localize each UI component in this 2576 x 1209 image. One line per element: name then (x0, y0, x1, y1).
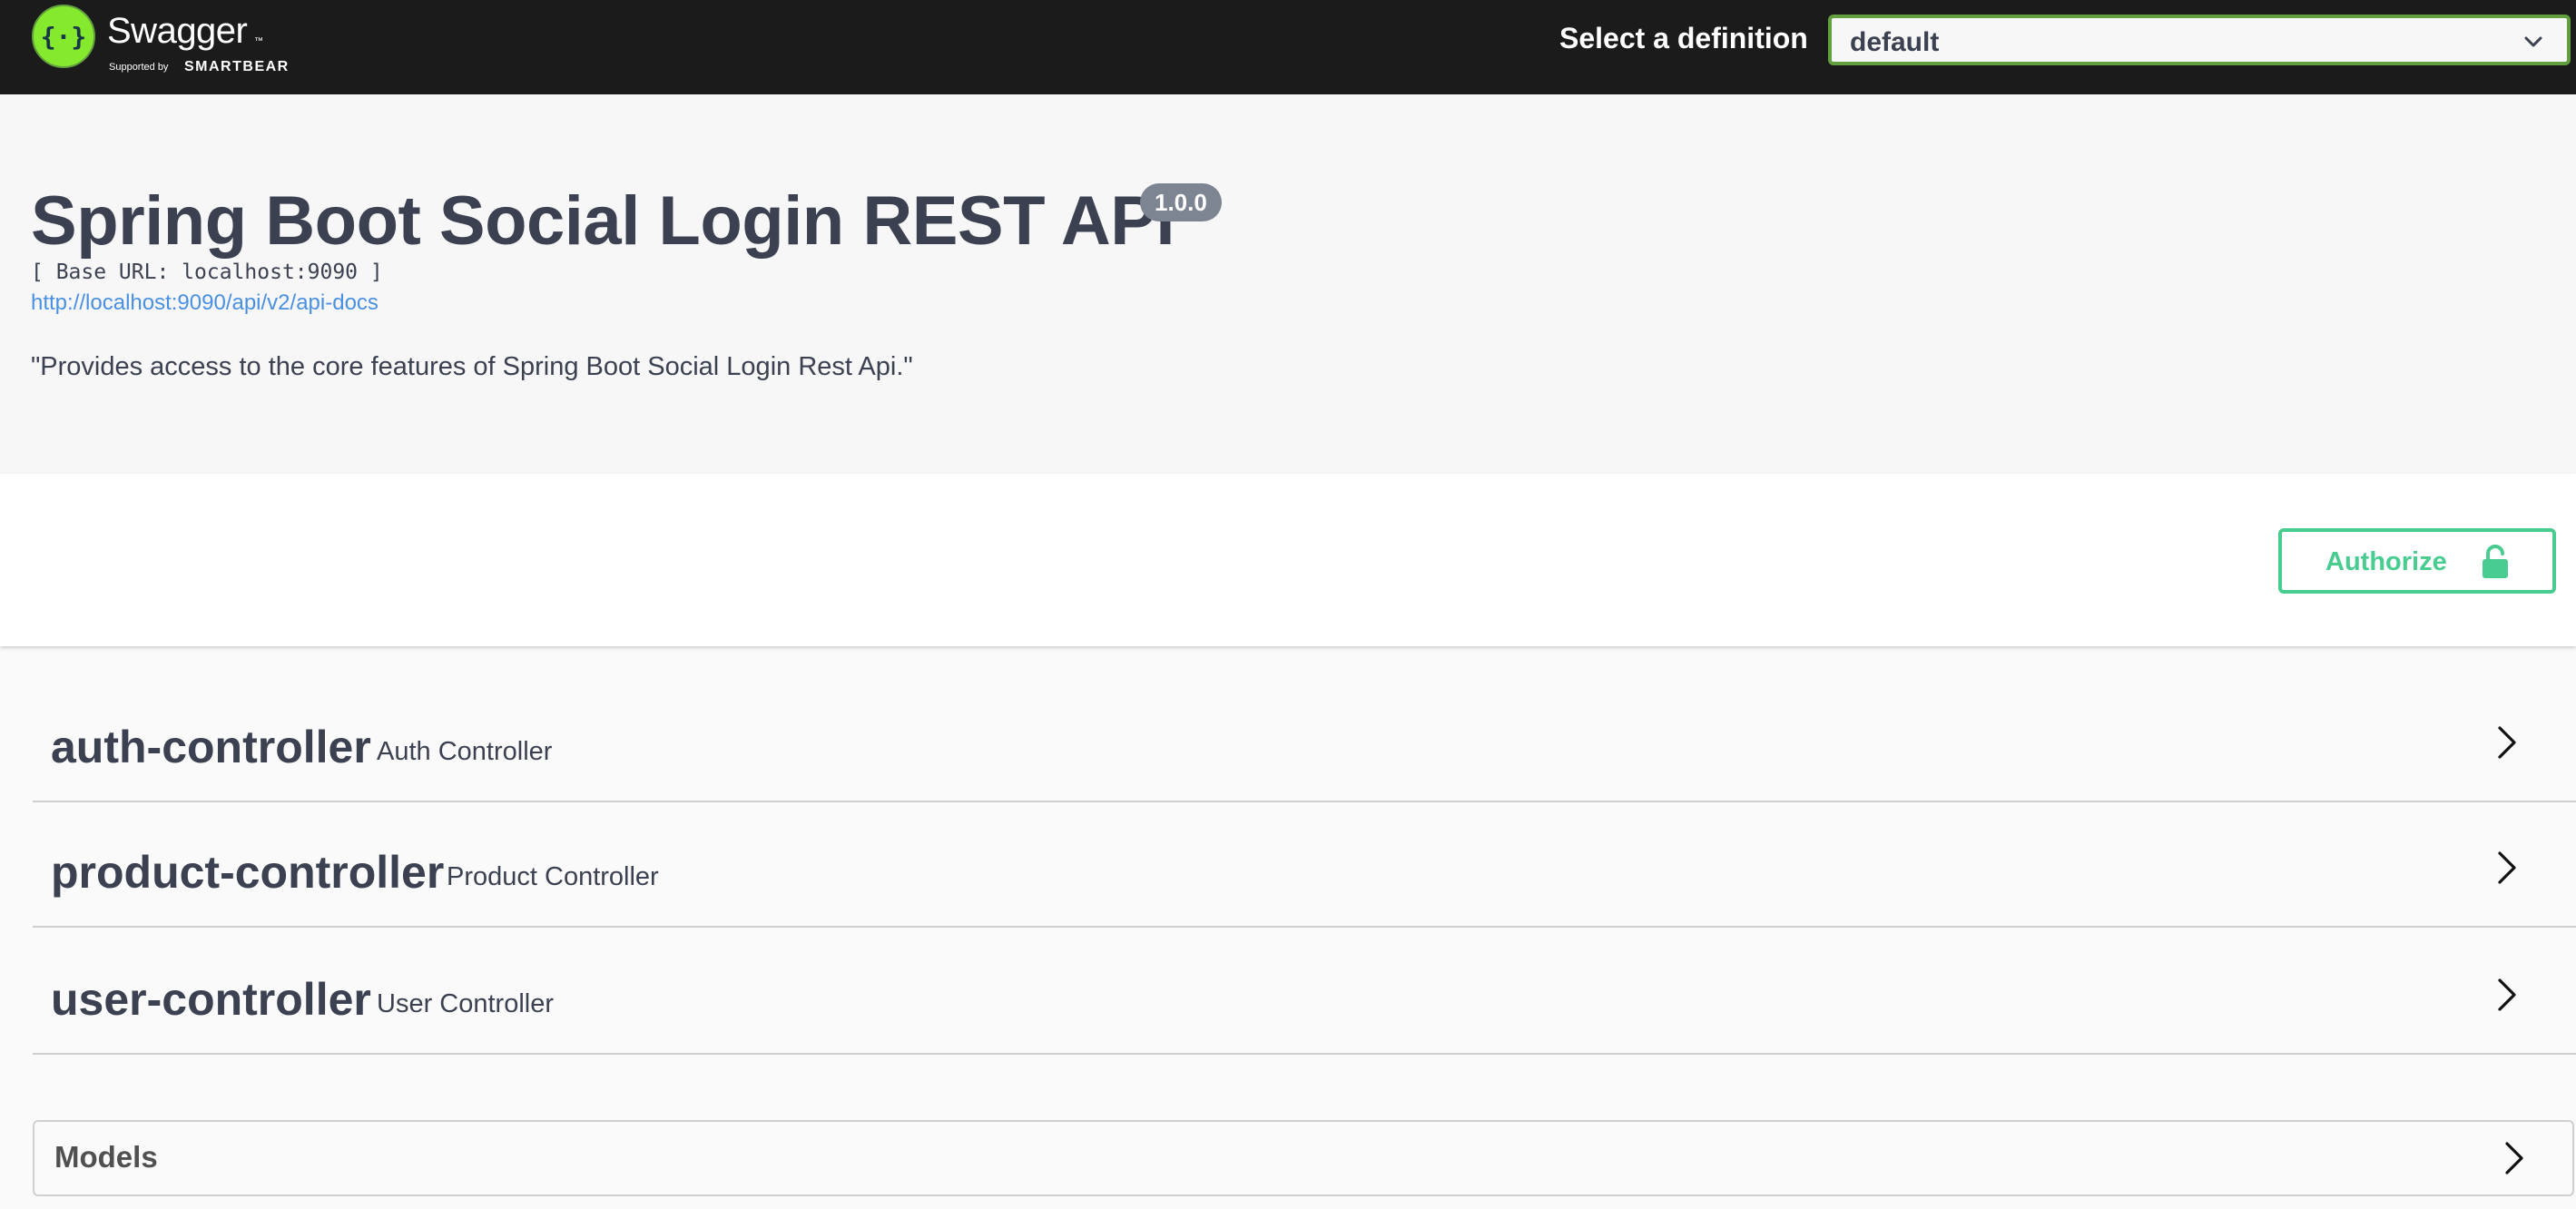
svg-text:{·}: {·} (41, 22, 87, 52)
tag-description: Product Controller (447, 862, 659, 891)
smartbear-brand: SMARTBEAR (184, 59, 290, 74)
swagger-logo[interactable]: {·} Swagger ™ Supported by SMARTBEAR (31, 4, 303, 85)
models-section[interactable]: Models (33, 1120, 2574, 1196)
authorize-button[interactable]: Authorize (2278, 528, 2556, 594)
tag-section-user-controller[interactable]: user-controller User Controller (33, 929, 2576, 1055)
chevron-right-icon (2498, 978, 2516, 1011)
authorize-label: Authorize (2325, 547, 2447, 576)
models-title: Models (54, 1140, 158, 1174)
api-info-section: Spring Boot Social Login REST API 1.0.0 … (0, 94, 2576, 474)
topbar: {·} Swagger ™ Supported by SMARTBEAR Sel… (0, 0, 2576, 94)
chevron-right-icon (2498, 851, 2516, 884)
definition-select-value: default (1850, 27, 1940, 57)
chevron-right-icon (2505, 1142, 2523, 1175)
tag-section-product-controller[interactable]: product-controller Product Controller (33, 802, 2576, 928)
definition-select[interactable]: default (1828, 15, 2571, 65)
api-description: "Provides access to the core features of… (31, 352, 913, 381)
chevron-right-icon (2498, 726, 2516, 759)
api-docs-link[interactable]: http://localhost:9090/api/v2/api-docs (31, 290, 379, 316)
scheme-container: Authorize (0, 474, 2576, 646)
swagger-logo-icon: {·} (32, 5, 95, 68)
chevron-down-icon (2524, 36, 2542, 47)
definition-label: Select a definition (1559, 22, 1808, 54)
brand-trademark: ™ (254, 36, 263, 46)
tag-description: Auth Controller (377, 737, 553, 766)
unlocked-padlock-icon (2483, 545, 2508, 578)
tag-name: product-controller (51, 847, 445, 898)
tag-description: User Controller (377, 989, 554, 1018)
tag-name: user-controller (51, 974, 371, 1025)
version-badge: 1.0.0 (1140, 183, 1222, 221)
brand-name: Swagger (107, 11, 248, 51)
tag-section-auth-controller[interactable]: auth-controller Auth Controller (33, 677, 2576, 802)
base-url: [ Base URL: localhost:9090 ] (31, 260, 383, 284)
api-title: Spring Boot Social Login REST API (31, 182, 1175, 260)
tag-name: auth-controller (51, 722, 371, 772)
supported-by-text: Supported by (109, 62, 169, 73)
